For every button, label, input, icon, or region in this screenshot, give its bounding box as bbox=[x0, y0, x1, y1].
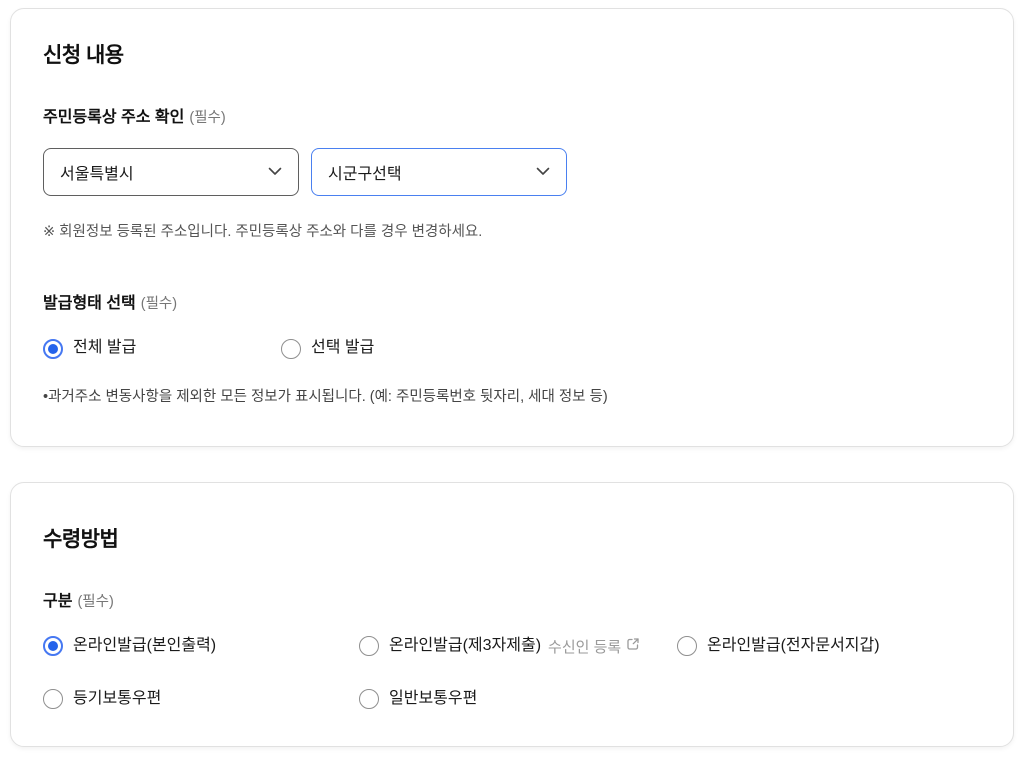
issue-type-radio-group: 전체 발급 선택 발급 bbox=[43, 338, 981, 359]
address-field-label: 주민등록상 주소 확인 (필수) bbox=[43, 108, 981, 128]
receive-method-section-card: 수령방법 구분 (필수) 온라인발급(본인출력) 온라인발급(제3자제출) 수신인… bbox=[10, 482, 1014, 747]
receive-method-radio-group: 온라인발급(본인출력) 온라인발급(제3자제출) 수신인 등록 bbox=[43, 636, 981, 710]
radio-online-third-party-wrap: 온라인발급(제3자제출) 수신인 등록 bbox=[359, 636, 677, 657]
radio-regular-mail[interactable]: 일반보통우편 bbox=[359, 689, 677, 710]
chevron-down-icon bbox=[536, 163, 550, 181]
external-link-icon bbox=[626, 637, 640, 655]
application-section-card: 신청 내용 주민등록상 주소 확인 (필수) 서울특별시 시군구선택 bbox=[10, 8, 1014, 447]
address-note: ※ 회원정보 등록된 주소입니다. 주민등록상 주소와 다를 경우 변경하세요. bbox=[43, 222, 981, 242]
radio-label: 온라인발급(전자문서지갑) bbox=[707, 636, 880, 657]
radio-dot bbox=[48, 641, 58, 651]
radio-selected-icon bbox=[43, 636, 63, 656]
city-select-value: 서울특별시 bbox=[60, 160, 134, 184]
radio-label: 온라인발급(제3자제출) bbox=[389, 636, 541, 657]
issue-type-label: 발급형태 선택 (필수) bbox=[43, 294, 981, 314]
issue-type-label-text: 발급형태 선택 bbox=[43, 295, 136, 312]
radio-label: 전체 발급 bbox=[73, 338, 136, 359]
radio-unselected-icon bbox=[359, 689, 379, 709]
radio-registered-mail[interactable]: 등기보통우편 bbox=[43, 689, 359, 710]
radio-unselected-icon bbox=[359, 636, 379, 656]
receive-method-title: 수령방법 bbox=[43, 527, 981, 552]
chevron-down-icon bbox=[268, 163, 282, 181]
radio-select-issue[interactable]: 선택 발급 bbox=[281, 338, 374, 359]
receiver-register-link-label: 수신인 등록 bbox=[548, 636, 621, 657]
page: 신청 내용 주민등록상 주소 확인 (필수) 서울특별시 시군구선택 bbox=[10, 8, 1014, 747]
address-select-row: 서울특별시 시군구선택 bbox=[43, 148, 981, 196]
issue-type-note: •과거주소 변동사항을 제외한 모든 정보가 표시됩니다. (예: 주민등록번호… bbox=[43, 387, 981, 407]
radio-selected-icon bbox=[43, 339, 63, 359]
radio-label: 온라인발급(본인출력) bbox=[73, 636, 216, 657]
district-select[interactable]: 시군구선택 bbox=[311, 148, 567, 196]
radio-unselected-icon bbox=[677, 636, 697, 656]
radio-label: 일반보통우편 bbox=[389, 689, 477, 710]
category-label: 구분 (필수) bbox=[43, 592, 981, 612]
required-badge: (필수) bbox=[77, 594, 113, 610]
required-badge: (필수) bbox=[189, 110, 225, 126]
district-select-value: 시군구선택 bbox=[328, 160, 402, 184]
application-section-title: 신청 내용 bbox=[43, 43, 981, 68]
radio-label: 선택 발급 bbox=[311, 338, 374, 359]
radio-unselected-icon bbox=[43, 689, 63, 709]
radio-online-e-wallet[interactable]: 온라인발급(전자문서지갑) bbox=[677, 636, 981, 657]
category-label-text: 구분 bbox=[43, 593, 72, 610]
address-label-text: 주민등록상 주소 확인 bbox=[43, 109, 184, 126]
city-select[interactable]: 서울특별시 bbox=[43, 148, 299, 196]
required-badge: (필수) bbox=[141, 296, 177, 312]
radio-full-issue[interactable]: 전체 발급 bbox=[43, 338, 281, 359]
radio-online-third-party[interactable]: 온라인발급(제3자제출) bbox=[359, 636, 541, 657]
radio-unselected-icon bbox=[281, 339, 301, 359]
radio-label: 등기보통우편 bbox=[73, 689, 161, 710]
radio-online-self-print[interactable]: 온라인발급(본인출력) bbox=[43, 636, 359, 657]
receiver-register-link[interactable]: 수신인 등록 bbox=[548, 636, 640, 657]
radio-dot bbox=[48, 344, 58, 354]
